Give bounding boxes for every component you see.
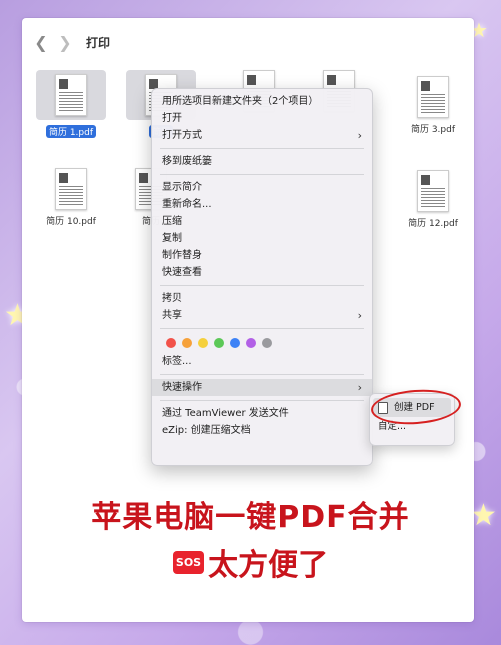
caption-text: 太方便了 — [208, 548, 329, 583]
tag-purple-dot[interactable] — [246, 338, 256, 348]
menu-item-open-with[interactable]: 打开方式 › — [152, 127, 372, 144]
pdf-thumbnail-icon — [55, 74, 87, 116]
toolbar: ❮ ❯ 打印 — [32, 32, 110, 52]
pdf-thumbnail-icon — [417, 76, 449, 118]
menu-item-get-info[interactable]: 显示简介 — [152, 179, 372, 196]
divider — [160, 400, 364, 401]
menu-item-tags[interactable]: 标签... — [152, 353, 372, 370]
tag-green-dot[interactable] — [214, 338, 224, 348]
tag-orange-dot[interactable] — [182, 338, 192, 348]
divider — [160, 374, 364, 375]
chevron-right-icon: › — [357, 381, 362, 394]
pdf-thumbnail-icon — [55, 168, 87, 210]
file-item[interactable]: 简历 3.pdf — [398, 76, 468, 135]
tag-red-dot[interactable] — [166, 338, 176, 348]
file-item[interactable]: 简历 12.pdf — [398, 170, 468, 229]
file-name: 简历 10.pdf — [46, 217, 96, 227]
tag-blue-dot[interactable] — [230, 338, 240, 348]
menu-item-new-folder[interactable]: 用所选项目新建文件夹（2个项目） — [152, 93, 372, 110]
menu-item-label: 共享 — [162, 310, 182, 321]
forward-chevron-icon[interactable]: ❯ — [56, 33, 74, 52]
tag-gray-dot[interactable] — [262, 338, 272, 348]
menu-item-copy[interactable]: 拷贝 — [152, 290, 372, 307]
window-title: 打印 — [86, 35, 111, 50]
menu-item-share[interactable]: 共享 › — [152, 307, 372, 324]
pdf-thumbnail-icon — [417, 170, 449, 212]
menu-item-open[interactable]: 打开 — [152, 110, 372, 127]
chevron-right-icon: › — [357, 309, 362, 322]
caption-line-1: 苹果电脑一键PDF合并 — [91, 500, 410, 535]
file-name: 简历 12.pdf — [408, 219, 458, 229]
menu-item-duplicate[interactable]: 复制 — [152, 230, 372, 247]
divider — [160, 148, 364, 149]
tag-color-row — [152, 333, 372, 353]
file-item[interactable]: 简历 1.pdf — [36, 70, 106, 139]
divider — [160, 328, 364, 329]
menu-item-label: 打开方式 — [162, 130, 202, 141]
menu-item-make-alias[interactable]: 制作替身 — [152, 247, 372, 264]
file-name: 简历 1.pdf — [45, 125, 97, 138]
chevron-right-icon: › — [357, 129, 362, 142]
file-item[interactable]: 简历 10.pdf — [36, 168, 106, 227]
context-menu: 用所选项目新建文件夹（2个项目） 打开 打开方式 › 移到废纸篓 显示简介 重新命… — [151, 88, 373, 466]
menu-item-quick-look[interactable]: 快速查看 — [152, 264, 372, 281]
menu-item-quick-actions[interactable]: 快速操作 › — [152, 379, 372, 396]
caption-line-2: SOS 太方便了 — [0, 540, 501, 584]
menu-item-compress[interactable]: 压缩 — [152, 213, 372, 230]
menu-item-label: 快速操作 — [162, 382, 202, 393]
sos-icon: SOS — [172, 550, 205, 574]
menu-item-move-to-trash[interactable]: 移到废纸篓 — [152, 153, 372, 170]
divider — [160, 174, 364, 175]
tag-yellow-dot[interactable] — [198, 338, 208, 348]
menu-item-teamviewer[interactable]: 通过 TeamViewer 发送文件 — [152, 405, 372, 422]
divider — [160, 285, 364, 286]
back-chevron-icon[interactable]: ❮ — [32, 33, 50, 52]
menu-item-rename[interactable]: 重新命名... — [152, 196, 372, 213]
file-name: 简历 3.pdf — [410, 125, 456, 135]
menu-item-ezip[interactable]: eZip: 创建压缩文档 — [152, 422, 372, 439]
